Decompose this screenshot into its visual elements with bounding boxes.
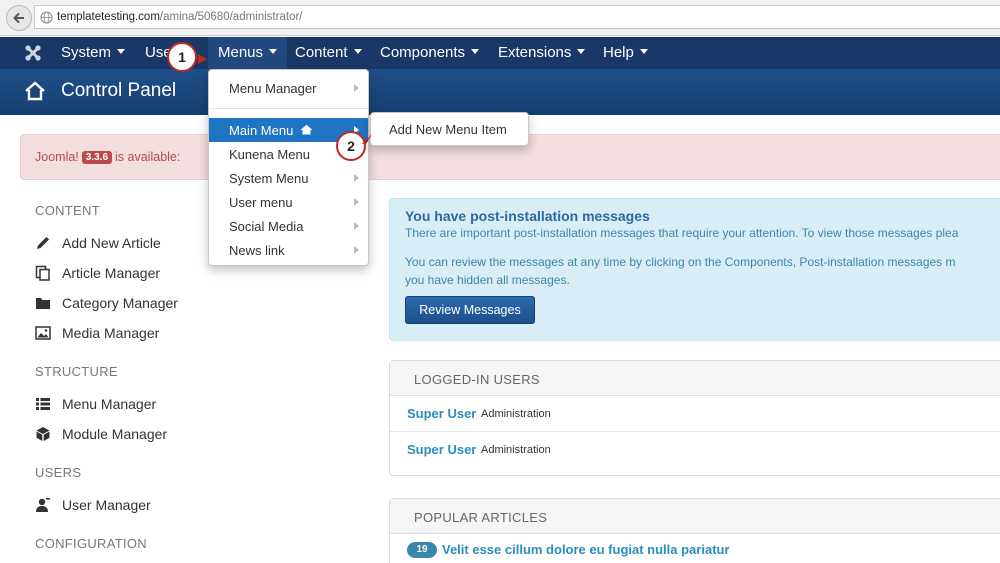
chevron-right-icon: [354, 84, 359, 92]
panel-header: POPULAR ARTICLES: [390, 499, 1000, 534]
submenu-item-add-new-menu-item[interactable]: Add New Menu Item: [389, 122, 507, 137]
chevron-right-icon: [354, 222, 359, 230]
chevron-down-icon: [117, 49, 126, 54]
list-icon: [36, 398, 50, 410]
nav-menus[interactable]: Menus: [208, 37, 288, 69]
sidebar-item-label: Media Manager: [62, 325, 160, 341]
browser-toolbar: templatetesting.com/amina/50680/administ…: [0, 0, 1000, 36]
top-navbar: System Use Menus Content Components Exte…: [0, 37, 1000, 69]
nav-extensions-label: Extensions: [498, 44, 572, 61]
logged-in-users-panel: LOGGED-IN USERS Super User Administratio…: [389, 360, 1000, 476]
user-area: Administration: [481, 408, 551, 420]
version-badge: 3.3.6: [81, 151, 113, 164]
chevron-right-icon: [354, 198, 359, 206]
chevron-right-icon: [354, 174, 359, 182]
dropdown-item-label: Main Menu: [229, 123, 313, 138]
post-install-messages: You have post-installation messages Ther…: [389, 198, 1000, 341]
globe-icon: [40, 11, 53, 24]
user-link[interactable]: Super User: [407, 406, 476, 421]
table-row: Super User Administration: [390, 396, 1000, 432]
url-path: /amina/50680/administrator/: [159, 11, 303, 23]
review-messages-button[interactable]: Review Messages: [405, 296, 535, 324]
sidebar-heading-structure: STRUCTURE: [35, 364, 118, 379]
step-callout-1: 1: [167, 42, 197, 72]
chevron-down-icon: [269, 49, 278, 54]
nav-help-label: Help: [603, 44, 634, 61]
dropdown-item-label: Social Media: [229, 219, 304, 234]
dropdown-item-label: System Menu: [229, 171, 309, 186]
update-alert-text: Joomla! 3.3.6 is available:: [35, 150, 180, 164]
sidebar-item-label: User Manager: [62, 497, 151, 513]
nav-system-label: System: [61, 44, 112, 61]
sidebar-item-label: Article Manager: [62, 265, 161, 281]
table-row: Super User Administration: [390, 432, 1000, 468]
dropdown-item-news-link[interactable]: News link: [209, 238, 368, 262]
dropdown-item-menu-manager[interactable]: Menu Manager: [209, 76, 368, 100]
home-icon: [300, 124, 313, 135]
sidebar-item-label: Module Manager: [62, 426, 168, 442]
dropdown-item-user-menu[interactable]: User menu: [209, 190, 368, 214]
post-install-text-2: You can review the messages at any time …: [405, 253, 956, 289]
nav-system[interactable]: System: [61, 37, 126, 69]
user-icon: [36, 498, 50, 512]
nav-content-label: Content: [295, 44, 348, 61]
alert-suffix: is available:: [115, 150, 181, 164]
copy-icon: [35, 265, 50, 281]
alert-prefix: Joomla!: [35, 150, 79, 164]
panel-title: LOGGED-IN USERS: [414, 372, 540, 387]
dropdown-item-label: Menu Manager: [229, 81, 317, 96]
sidebar-item-label: Category Manager: [62, 295, 178, 311]
dropdown-item-label: News link: [229, 243, 285, 258]
nav-components-label: Components: [380, 44, 466, 61]
callout-pointer-icon: [362, 134, 372, 144]
dropdown-divider: [209, 108, 368, 109]
page-title: Control Panel: [61, 80, 177, 101]
url-host: templatetesting.com: [57, 11, 160, 23]
post-install-text-2b: you have hidden all messages.: [405, 273, 570, 287]
dropdown-item-label: User menu: [229, 195, 293, 210]
dropdown-item-system-menu[interactable]: System Menu: [209, 166, 368, 190]
user-link[interactable]: Super User: [407, 442, 476, 457]
joomla-logo-icon[interactable]: [24, 44, 42, 62]
sidebar-item-label: Menu Manager: [62, 396, 157, 412]
address-bar[interactable]: templatetesting.com/amina/50680/administ…: [34, 5, 1000, 29]
panel-header: LOGGED-IN USERS: [390, 361, 1000, 396]
sidebar-item-label: Add New Article: [62, 235, 161, 251]
folder-icon: [36, 298, 50, 309]
back-button[interactable]: [6, 5, 32, 31]
nav-help[interactable]: Help: [603, 37, 648, 69]
hits-badge: 19: [407, 542, 437, 558]
sidebar-heading-users: USERS: [35, 465, 82, 480]
chevron-down-icon: [353, 49, 362, 54]
dropdown-item-social-media[interactable]: Social Media: [209, 214, 368, 238]
sidebar-heading-content: CONTENT: [35, 203, 100, 218]
cube-icon: [36, 427, 50, 441]
popular-articles-panel: POPULAR ARTICLES 19 Velit esse cillum do…: [389, 498, 1000, 563]
nav-components[interactable]: Components: [380, 37, 480, 69]
callout-pointer-icon: [198, 54, 207, 64]
post-install-text-2a: You can review the messages at any time …: [405, 255, 956, 269]
main-menu-submenu: Add New Menu Item: [370, 112, 529, 146]
chevron-down-icon: [577, 49, 586, 54]
chevron-down-icon: [471, 49, 480, 54]
menus-dropdown: Menu Manager Main Menu Kunena Menu Syste…: [208, 69, 369, 266]
dropdown-item-label: Kunena Menu: [229, 147, 310, 162]
nav-content[interactable]: Content: [295, 37, 362, 69]
pencil-icon: [37, 237, 49, 249]
sidebar-heading-configuration: CONFIGURATION: [35, 536, 147, 551]
home-icon: [25, 81, 45, 101]
panel-title: POPULAR ARTICLES: [414, 510, 548, 525]
article-link[interactable]: Velit esse cillum dolore eu fugiat nulla…: [442, 542, 730, 557]
nav-extensions[interactable]: Extensions: [498, 37, 586, 69]
main-menu-label: Main Menu: [229, 123, 294, 138]
post-install-text-1: There are important post-installation me…: [405, 226, 959, 240]
chevron-right-icon: [354, 246, 359, 254]
nav-menus-label: Menus: [218, 44, 264, 61]
page-header: Control Panel: [0, 69, 1000, 115]
user-area: Administration: [481, 444, 551, 456]
back-arrow-icon: [13, 12, 24, 24]
post-install-heading: You have post-installation messages: [405, 208, 650, 224]
chevron-down-icon: [639, 49, 648, 54]
image-icon: [35, 326, 51, 340]
